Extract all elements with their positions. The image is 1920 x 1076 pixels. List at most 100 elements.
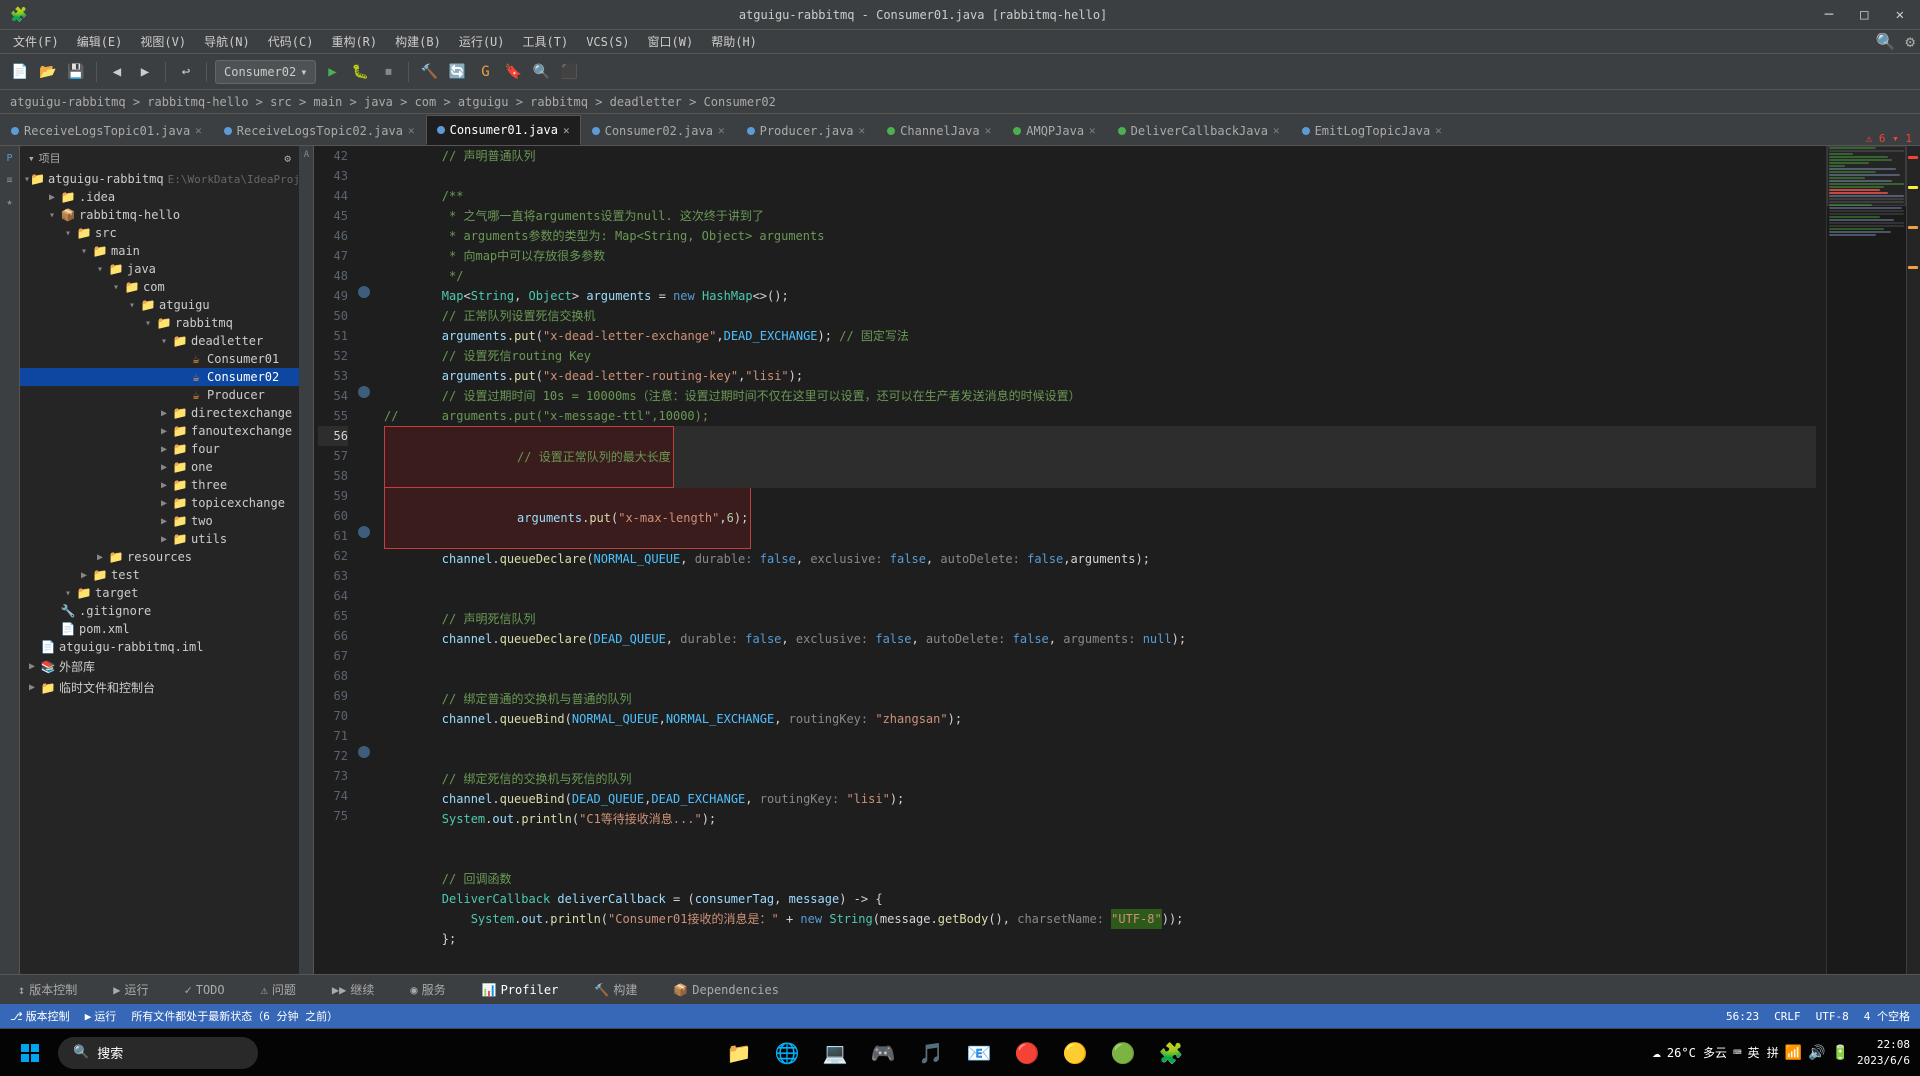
tree-consumer01[interactable]: ▶ ☕ Consumer01 xyxy=(20,350,299,368)
open-button[interactable]: 📂 xyxy=(36,60,60,84)
minimap-viewport[interactable] xyxy=(1827,146,1906,206)
idea-button[interactable]: 🧩 xyxy=(1151,1033,1191,1073)
tab-delivercallback[interactable]: DeliverCallbackJava ✕ xyxy=(1107,115,1291,145)
battery-icon[interactable]: 🔋 xyxy=(1832,1045,1849,1061)
tree-pom[interactable]: ▶ 📄 pom.xml xyxy=(20,620,299,638)
tab-amqp[interactable]: AMQPJava ✕ xyxy=(1002,115,1106,145)
app7-button[interactable]: 🟢 xyxy=(1103,1033,1143,1073)
tab-close-icon[interactable]: ✕ xyxy=(1435,124,1442,137)
new-file-button[interactable]: 📄 xyxy=(8,60,32,84)
tree-rabbitmq[interactable]: ▾ 📁 rabbitmq xyxy=(20,314,299,332)
tree-com[interactable]: ▾ 📁 com xyxy=(20,278,299,296)
search-everywhere-icon[interactable]: 🔍 xyxy=(1875,32,1895,51)
back-button[interactable]: ◀ xyxy=(105,60,129,84)
tab-consumer02[interactable]: Consumer02.java ✕ xyxy=(581,115,736,145)
tab-close-icon[interactable]: ✕ xyxy=(408,124,415,137)
tab-close-icon[interactable]: ✕ xyxy=(195,124,202,137)
tree-three[interactable]: ▶ 📁 three xyxy=(20,476,299,494)
tree-external-libs[interactable]: ▶ 📚 外部库 xyxy=(20,656,299,677)
tree-four[interactable]: ▶ 📁 four xyxy=(20,440,299,458)
tab-dependencies[interactable]: 📦 Dependencies xyxy=(665,979,787,1001)
tree-fanoutexchange[interactable]: ▶ 📁 fanoutexchange xyxy=(20,422,299,440)
maximize-button[interactable]: □ xyxy=(1854,5,1874,25)
tree-target[interactable]: ▾ 📁 target xyxy=(20,584,299,602)
tree-idea[interactable]: ▶ 📁 .idea xyxy=(20,188,299,206)
project-icon[interactable]: P xyxy=(2,150,18,166)
tab-todo[interactable]: ✓ TODO xyxy=(177,979,233,1001)
close-button[interactable]: ✕ xyxy=(1890,5,1910,25)
menu-file[interactable]: 文件(F) xyxy=(5,31,67,52)
tree-scratch[interactable]: ▶ 📁 临时文件和控制台 xyxy=(20,677,299,698)
run-status[interactable]: ▶ 运行 xyxy=(85,1008,117,1024)
menu-help[interactable]: 帮助(H) xyxy=(703,31,765,52)
tree-java[interactable]: ▾ 📁 java xyxy=(20,260,299,278)
menu-build[interactable]: 构建(B) xyxy=(387,31,449,52)
tab-close-icon[interactable]: ✕ xyxy=(563,124,570,137)
save-button[interactable]: 💾 xyxy=(64,60,88,84)
minimize-button[interactable]: ─ xyxy=(1819,5,1839,25)
app3-button[interactable]: 🎵 xyxy=(911,1033,951,1073)
right-scrollbar[interactable] xyxy=(1906,146,1920,974)
debug-button[interactable]: 🐛 xyxy=(348,60,372,84)
tree-src[interactable]: ▾ 📁 src xyxy=(20,224,299,242)
tab-close-icon[interactable]: ✕ xyxy=(985,124,992,137)
sidebar-settings-icon[interactable]: ⚙ xyxy=(284,152,291,165)
undo-button[interactable]: ↩ xyxy=(174,60,198,84)
input-method-icon[interactable]: ⌨ xyxy=(1733,1045,1741,1061)
tab-build[interactable]: 🔨 构建 xyxy=(586,977,645,1002)
tab-run[interactable]: ▶ 运行 xyxy=(105,977,156,1002)
encoding[interactable]: UTF-8 xyxy=(1816,1010,1849,1023)
app2-button[interactable]: 🎮 xyxy=(863,1033,903,1073)
file-explorer-button[interactable]: 📁 xyxy=(719,1033,759,1073)
tree-resources[interactable]: ▶ 📁 resources xyxy=(20,548,299,566)
start-button[interactable] xyxy=(10,1033,50,1073)
tab-close-icon[interactable]: ✕ xyxy=(859,124,866,137)
tab-consumer01[interactable]: Consumer01.java ✕ xyxy=(426,115,581,145)
tab-close-icon[interactable]: ✕ xyxy=(718,124,725,137)
forward-button[interactable]: ▶ xyxy=(133,60,157,84)
gradle-button[interactable]: G xyxy=(473,60,497,84)
line-endings[interactable]: CRLF xyxy=(1774,1010,1801,1023)
menu-refactor[interactable]: 重构(R) xyxy=(323,31,385,52)
code-area[interactable]: // 声明普通队列 /** * 之气哪一直将arguments设置为null. … xyxy=(374,146,1826,974)
tab-services[interactable]: ◉ 服务 xyxy=(402,977,453,1002)
taskbar-search[interactable]: 🔍 搜索 xyxy=(58,1037,258,1069)
menu-window[interactable]: 窗口(W) xyxy=(640,31,702,52)
stop-button[interactable]: ⏹ xyxy=(376,60,400,84)
indent[interactable]: 4 个空格 xyxy=(1864,1008,1910,1024)
menu-tools[interactable]: 工具(T) xyxy=(515,31,577,52)
collapse-icon[interactable]: A xyxy=(304,150,309,160)
tab-receivelogs02[interactable]: ReceiveLogsTopic02.java ✕ xyxy=(213,115,426,145)
tree-two[interactable]: ▶ 📁 two xyxy=(20,512,299,530)
tree-atguigu[interactable]: ▾ 📁 atguigu xyxy=(20,296,299,314)
settings-icon[interactable]: ⚙ xyxy=(1905,32,1915,51)
network-icon[interactable]: 📶 xyxy=(1785,1045,1802,1061)
menu-run[interactable]: 运行(U) xyxy=(451,31,513,52)
tree-iml[interactable]: ▶ 📄 atguigu-rabbitmq.iml xyxy=(20,638,299,656)
structure-icon[interactable]: ≡ xyxy=(2,172,18,188)
tab-close-icon[interactable]: ✕ xyxy=(1273,124,1280,137)
tab-channel[interactable]: ChannelJava ✕ xyxy=(876,115,1002,145)
menu-navigate[interactable]: 导航(N) xyxy=(196,31,258,52)
run-button[interactable]: ▶ xyxy=(320,60,344,84)
menu-vcs[interactable]: VCS(S) xyxy=(578,33,637,51)
tab-problems[interactable]: ⚠ 问题 xyxy=(253,977,304,1002)
cursor-position[interactable]: 56:23 xyxy=(1726,1010,1759,1023)
sidebar-header[interactable]: ▾ 项目 ⚙ xyxy=(20,146,299,170)
app6-button[interactable]: 🟡 xyxy=(1055,1033,1095,1073)
tree-directexchange[interactable]: ▶ 📁 directexchange xyxy=(20,404,299,422)
tab-receivelogs01[interactable]: ReceiveLogsTopic01.java ✕ xyxy=(0,115,213,145)
menu-edit[interactable]: 编辑(E) xyxy=(69,31,131,52)
edge-button[interactable]: 🌐 xyxy=(767,1033,807,1073)
app4-button[interactable]: 📧 xyxy=(959,1033,999,1073)
vcs-status[interactable]: ⎇ 版本控制 xyxy=(10,1008,70,1024)
tree-one[interactable]: ▶ 📁 one xyxy=(20,458,299,476)
sync-button[interactable]: 🔄 xyxy=(445,60,469,84)
tree-producer[interactable]: ▶ ☕ Producer xyxy=(20,386,299,404)
tree-rabbitmq-hello[interactable]: ▾ 📦 rabbitmq-hello xyxy=(20,206,299,224)
tab-emitlogtopic[interactable]: EmitLogTopicJava ✕ xyxy=(1291,115,1453,145)
time-display[interactable]: 22:08 2023/6/6 xyxy=(1857,1037,1910,1068)
bookmark-left-icon[interactable]: ★ xyxy=(2,194,18,210)
bookmark-button[interactable]: 🔖 xyxy=(501,60,525,84)
tab-close-icon[interactable]: ✕ xyxy=(1089,124,1096,137)
